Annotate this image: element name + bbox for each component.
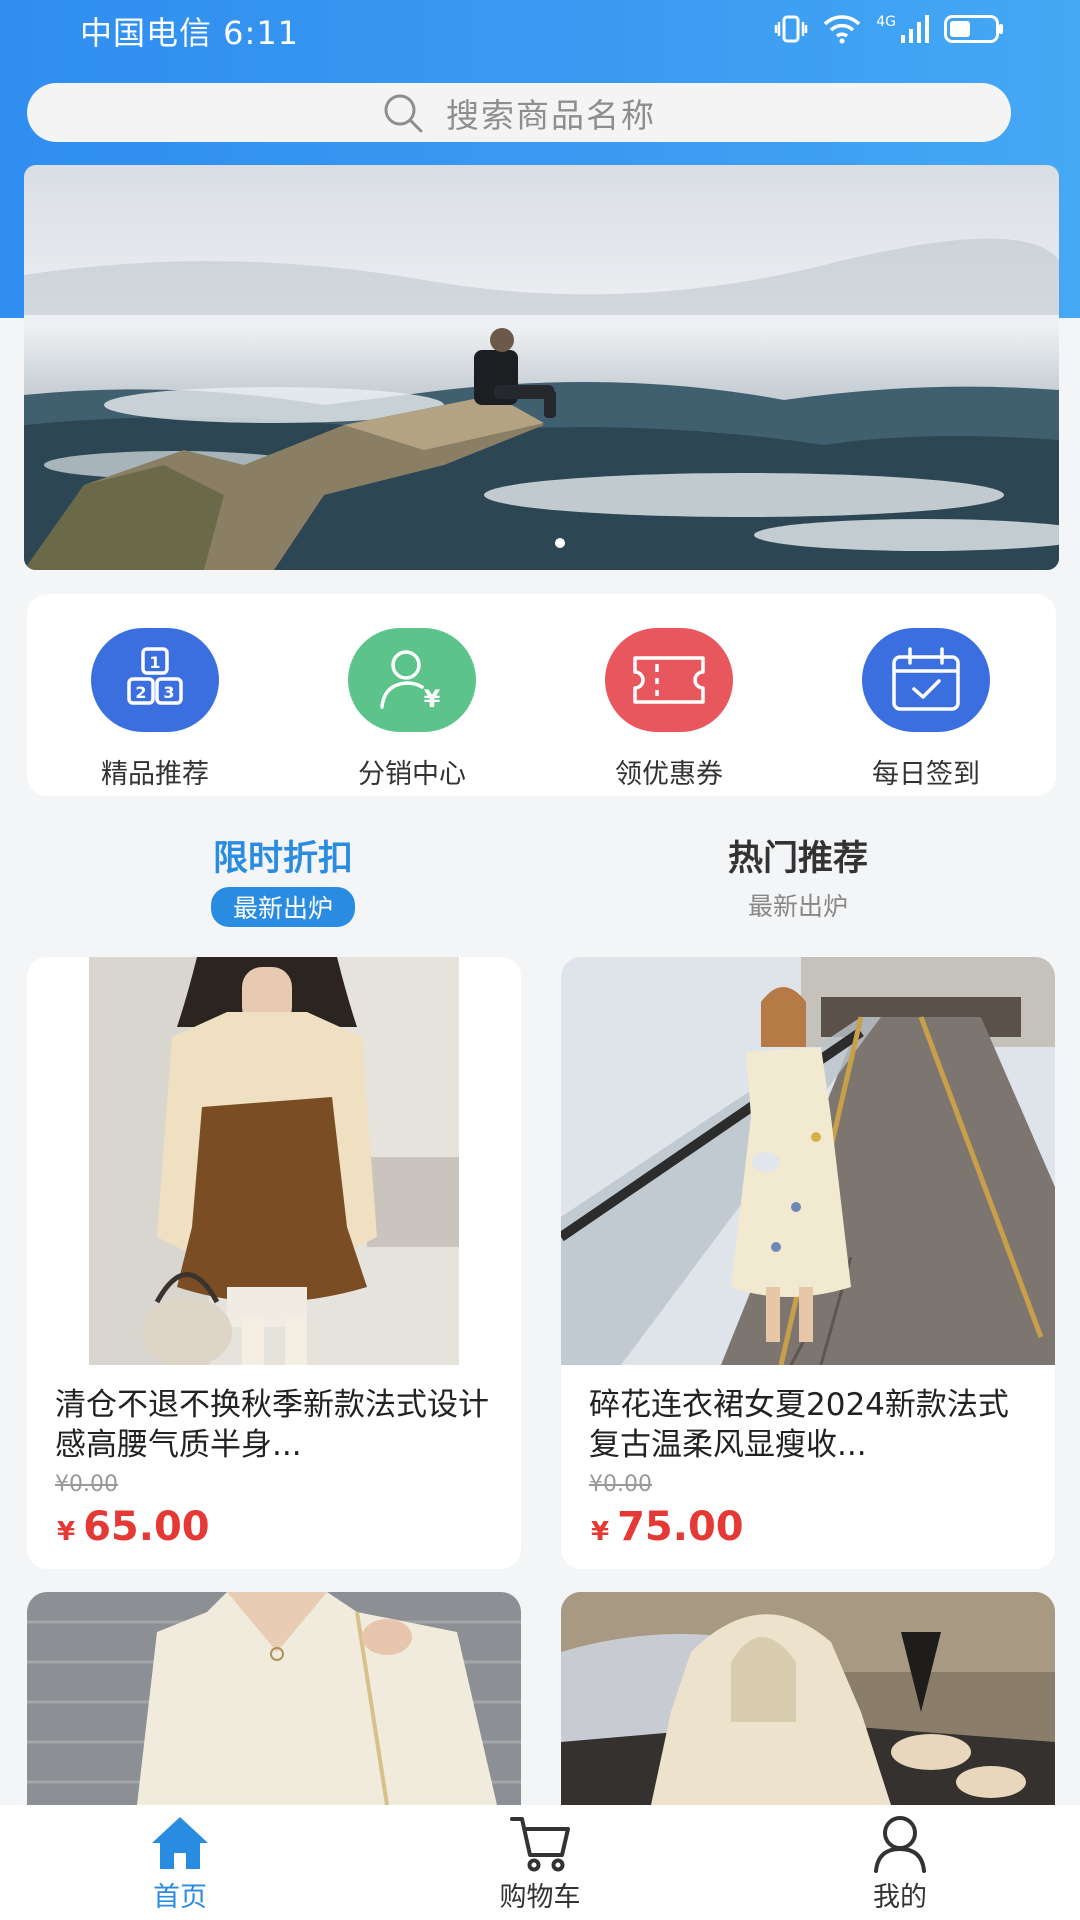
search-input[interactable]: 搜索商品名称 — [27, 83, 1011, 142]
tab-subtitle: 最新出炉 — [210, 887, 355, 927]
category-item-distribution[interactable]: ¥ 分销中心 — [312, 594, 512, 796]
status-bar: 中国电信 6:11 4G — [0, 0, 1080, 64]
product-title: 碎花连衣裙女夏2024新款法式复古温柔风显瘦收... — [589, 1387, 1009, 1463]
signal-icon — [901, 15, 929, 43]
user-yen-icon: ¥ — [348, 628, 476, 732]
product-title: 清仓不退不换秋季新款法式设计感高腰气质半身... — [55, 1387, 489, 1463]
product-card[interactable]: 碎花连衣裙女夏2024新款法式复古温柔风显瘦收... ¥0.00 ¥75.00 — [561, 957, 1055, 1569]
banner-image[interactable] — [24, 165, 1059, 570]
tab-label: 首页 — [153, 1882, 207, 1913]
original-price: ¥0.00 — [589, 1472, 652, 1497]
bottom-tab-bar: 首页 购物车 我的 — [0, 1805, 1080, 1920]
svg-text:2: 2 — [135, 683, 146, 702]
product-image[interactable] — [27, 1592, 521, 1805]
battery-icon — [944, 15, 1003, 43]
original-price: ¥0.00 — [55, 1472, 118, 1497]
tab-title: 热门推荐 — [727, 839, 868, 879]
price-value: 75.00 — [617, 1504, 744, 1550]
category-label: 精品推荐 — [101, 759, 209, 790]
tab-limited-discount[interactable]: 限时折扣 最新出炉 — [133, 830, 433, 927]
carrier-time: 中国电信 6:11 — [80, 14, 300, 52]
category-label: 分销中心 — [358, 759, 466, 790]
category-grid: 1 2 3 精品推荐 ¥ 分销中心 领优惠券 每日签到 — [27, 594, 1056, 796]
product-card[interactable] — [27, 1592, 521, 1805]
svg-text:¥: ¥ — [424, 685, 441, 713]
category-label: 每日签到 — [872, 759, 980, 790]
tab-profile[interactable]: 我的 — [800, 1805, 1000, 1920]
wifi-icon — [823, 15, 861, 44]
search-placeholder: 搜索商品名称 — [446, 95, 656, 135]
product-image[interactable] — [561, 1592, 1055, 1805]
ticket-icon — [605, 628, 733, 732]
blocks-123-icon: 1 2 3 — [91, 628, 219, 732]
tab-title: 限时折扣 — [212, 839, 353, 879]
svg-text:1: 1 — [149, 653, 160, 672]
search-icon — [384, 94, 423, 132]
cart-icon — [510, 1817, 570, 1872]
tab-subtitle: 最新出炉 — [747, 892, 848, 921]
tab-label: 购物车 — [499, 1882, 581, 1913]
product-image[interactable] — [27, 957, 521, 1365]
category-item-featured[interactable]: 1 2 3 精品推荐 — [55, 594, 255, 796]
tab-label: 我的 — [873, 1882, 927, 1913]
tab-hot-recommend[interactable]: 热门推荐 最新出炉 — [648, 830, 948, 923]
price-value: 65.00 — [83, 1504, 210, 1550]
product-card[interactable] — [561, 1592, 1055, 1805]
user-icon — [874, 1816, 926, 1873]
price: ¥75.00 — [591, 1504, 744, 1550]
price: ¥65.00 — [57, 1504, 210, 1550]
currency-symbol: ¥ — [57, 1517, 76, 1547]
calendar-check-icon — [862, 628, 990, 732]
category-item-coupon[interactable]: 领优惠券 — [569, 594, 769, 796]
product-card[interactable]: 清仓不退不换秋季新款法式设计感高腰气质半身... ¥0.00 ¥65.00 — [27, 957, 521, 1569]
product-image[interactable] — [561, 957, 1055, 1365]
svg-text:3: 3 — [163, 683, 174, 702]
vibrate-icon — [774, 15, 808, 43]
currency-symbol: ¥ — [591, 1517, 610, 1547]
home-icon — [152, 1817, 208, 1869]
carousel-indicator[interactable] — [555, 538, 565, 548]
network-type: 4G — [876, 14, 896, 30]
tab-cart[interactable]: 购物车 — [440, 1805, 640, 1920]
category-label: 领优惠券 — [615, 759, 723, 790]
tab-home[interactable]: 首页 — [80, 1805, 280, 1920]
category-item-checkin[interactable]: 每日签到 — [826, 594, 1026, 796]
